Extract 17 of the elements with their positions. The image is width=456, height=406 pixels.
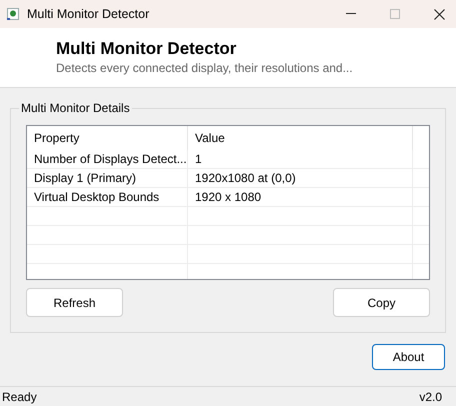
window-title: Multi Monitor Detector [27, 6, 150, 23]
table-cell: 1 [188, 150, 413, 169]
table-cell: Number of Displays Detect... [27, 150, 188, 169]
minimize-icon[interactable] [346, 13, 356, 15]
header-title: Multi Monitor Detector [56, 38, 236, 60]
status-text: Ready [2, 388, 37, 406]
app-icon [7, 8, 19, 20]
action-button[interactable]: Copy [333, 288, 430, 317]
table-cell: 1920x1080 at (0,0) [188, 169, 413, 188]
close-icon[interactable] [434, 8, 445, 20]
table-cell: 1920 x 1080 [188, 188, 413, 207]
header-subtitle: Detects every connected display, their resolutions and... [56, 60, 353, 76]
about-button[interactable]: About [372, 344, 445, 370]
table-cell: Virtual Desktop Bounds [27, 188, 188, 207]
action-button[interactable]: Refresh [26, 288, 123, 317]
version-label: v2.0 [419, 388, 442, 406]
table-cell: Display 1 (Primary) [27, 169, 188, 188]
